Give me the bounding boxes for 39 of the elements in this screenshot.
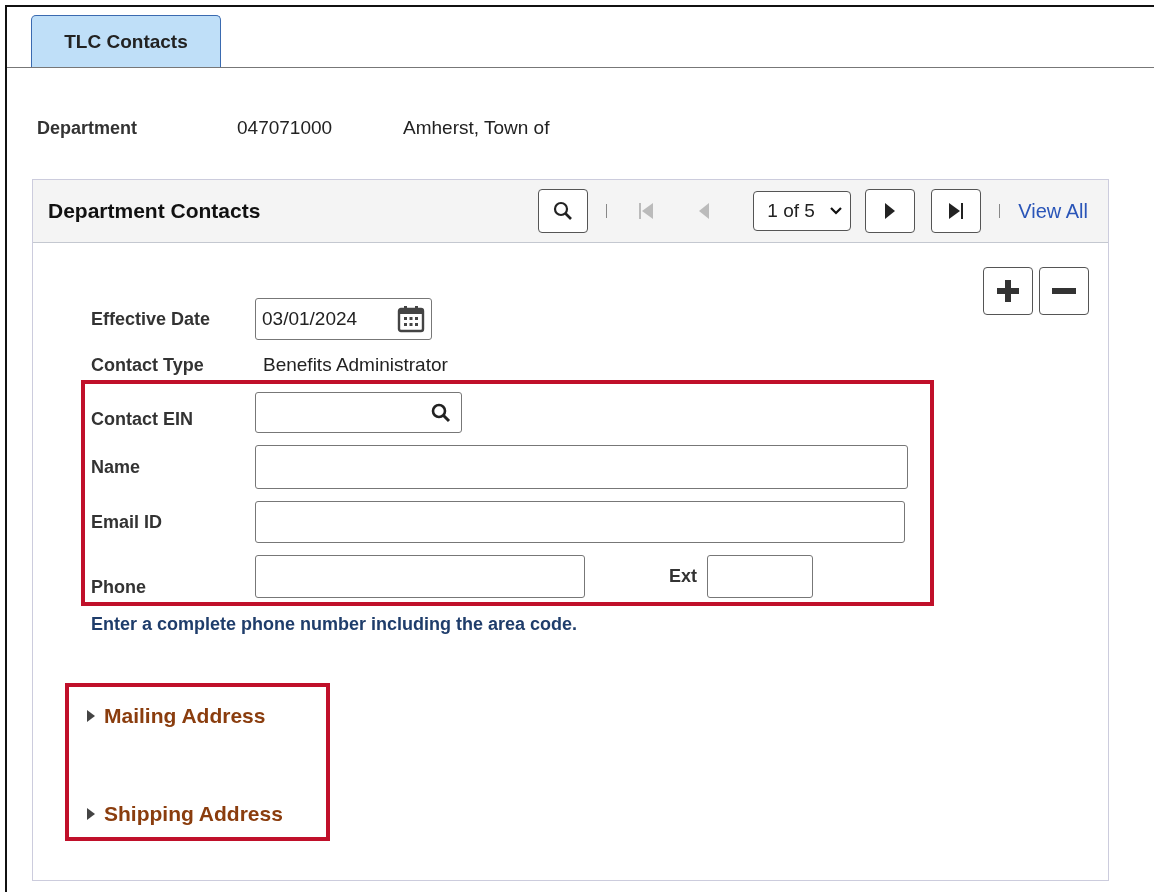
triangle-left-icon [698,202,711,220]
field-label: Phone [91,577,147,598]
search-button[interactable] [538,189,589,233]
last-page-icon [948,202,965,220]
delete-row-button[interactable] [1039,267,1089,315]
field-label: Name [91,456,142,478]
department-name: Amherst, Town of [403,117,550,139]
page-select[interactable]: 1 of 5 [753,191,852,231]
view-all-link[interactable]: View All [1018,199,1088,223]
search-icon [431,402,451,423]
field-label: Email ID [91,511,164,533]
contact-type-value: Benefits Administrator [263,354,448,376]
phone-field[interactable] [255,555,585,598]
field-label: Contact Type [91,354,205,376]
extension-field[interactable] [707,555,813,598]
hint-text: Enter a complete phone number including the area code. [91,614,579,635]
section-link[interactable]: Shipping Address [104,802,283,826]
field-label: Ext [668,566,698,587]
panel-title: Department Contacts [48,199,261,223]
lookup-field[interactable] [255,392,462,433]
field-label: Department [37,117,139,139]
chevron-down-icon [830,207,843,215]
tab[interactable]: TLC Contacts [31,15,221,67]
minus-icon [1052,288,1076,294]
field-label: Contact EIN [91,409,194,430]
next-button[interactable] [865,189,916,233]
date-field[interactable]: 03/01/2024 [255,298,432,340]
department-code: 047071000 [237,117,334,139]
add-row-button[interactable] [983,267,1033,315]
plus-icon [997,280,1019,302]
section-link[interactable]: Mailing Address [104,704,266,728]
input-field[interactable] [255,501,905,543]
last-page-button[interactable] [931,189,982,233]
search-icon [553,201,574,221]
triangle-right-icon [884,202,897,220]
field-label: Effective Date [91,308,212,330]
input-field[interactable] [255,445,908,489]
calendar-icon [397,305,425,333]
first-page-icon [638,202,655,220]
